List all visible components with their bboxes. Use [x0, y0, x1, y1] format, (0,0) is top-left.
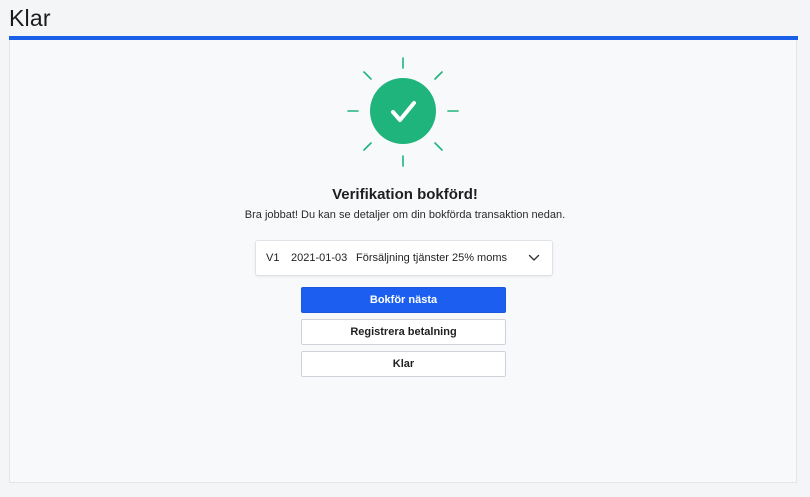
verification-description: Försäljning tjänster 25% moms [356, 252, 508, 264]
book-next-button[interactable]: Bokför nästa [301, 287, 506, 313]
verification-date: 2021-01-03 [291, 252, 348, 264]
success-check-icon [347, 57, 459, 167]
verification-row[interactable]: V1 2021-01-03 Försäljning tjänster 25% m… [255, 240, 553, 276]
success-message: Bra jobbat! Du kan se detaljer om din bo… [244, 209, 566, 221]
chevron-down-icon[interactable] [528, 253, 540, 263]
success-heading: Verifikation bokförd! [332, 186, 478, 203]
verification-id: V1 [266, 252, 280, 264]
done-button[interactable]: Klar [301, 351, 506, 377]
page-title: Klar [9, 5, 51, 31]
register-payment-button[interactable]: Registrera betalning [301, 319, 506, 345]
